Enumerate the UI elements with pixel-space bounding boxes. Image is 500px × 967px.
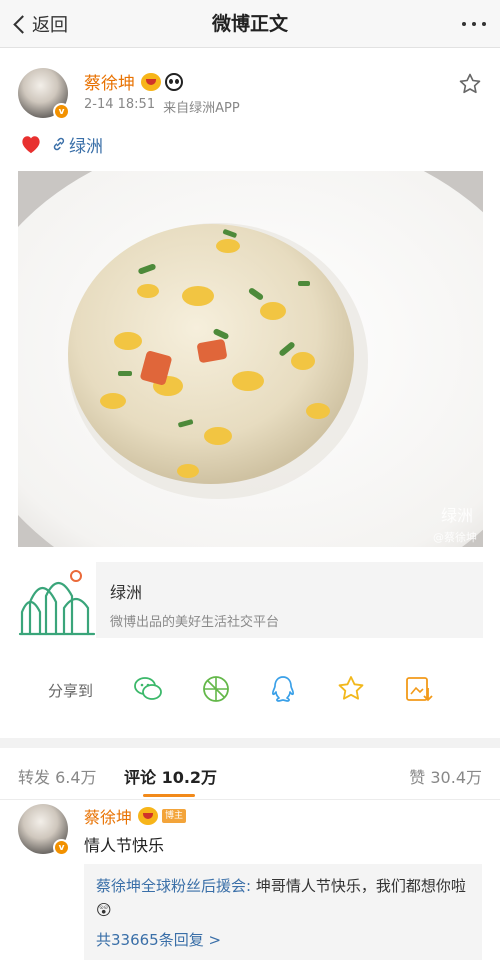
image-watermark: 绿洲: [441, 506, 473, 525]
tab-comments[interactable]: 评论 10.2万: [124, 764, 217, 788]
card-subtitle: 微博出品的美好生活社交平台: [110, 615, 280, 630]
oasis-app-card[interactable]: 绿洲 微博出品的美好生活社交平台: [18, 562, 483, 638]
interaction-tabs: 转发 6.4万 评论 10.2万 赞 30.4万: [0, 758, 500, 800]
more-options-button[interactable]: [462, 0, 486, 48]
active-tab-indicator: [143, 794, 195, 797]
more-dot-icon: [462, 22, 466, 26]
share-bar: 分享到: [0, 668, 500, 712]
heart-icon: [22, 136, 40, 154]
vip-crown-icon: [141, 72, 161, 91]
oasis-link-text: 绿洲: [69, 136, 103, 157]
commenter-name-text: 蔡徐坤: [84, 808, 133, 827]
view-all-replies-link[interactable]: 共33665条回复 >: [96, 928, 470, 952]
comment-item: v 蔡徐坤 博主 情人节快乐 蔡徐坤全球粉丝后援会: 坤哥情人节快乐，我们都想你…: [0, 800, 500, 967]
more-dot-icon: [472, 22, 476, 26]
comment-text: 情人节快乐: [84, 836, 165, 855]
commenter-name[interactable]: 蔡徐坤 博主: [84, 804, 187, 828]
qq-icon[interactable]: [268, 674, 298, 704]
more-dot-icon: [482, 22, 486, 26]
qzone-star-icon[interactable]: [336, 674, 366, 704]
author-name-text: 蔡徐坤: [84, 74, 135, 94]
favorite-star-icon[interactable]: [458, 72, 482, 96]
post-meta: 2-14 18:51 来自绿洲APP: [84, 97, 240, 116]
post-header: v 蔡徐坤 2-14 18:51 来自绿洲APP: [0, 48, 500, 132]
commenter-avatar[interactable]: v: [18, 804, 70, 856]
reply-box[interactable]: 蔡徐坤全球粉丝后援会: 坤哥情人节快乐，我们都想你啦😲 共33665条回复 >: [84, 864, 482, 960]
save-image-icon[interactable]: [404, 674, 434, 704]
page-title: 微博正文: [211, 13, 288, 35]
verified-badge-icon: v: [53, 103, 70, 120]
vip-crown-icon: [138, 807, 159, 825]
reply-author[interactable]: 蔡徐坤全球粉丝后援会:: [96, 877, 251, 895]
oasis-link[interactable]: 绿洲: [52, 132, 103, 157]
panda-icon: [165, 72, 183, 91]
author-avatar[interactable]: v: [18, 68, 70, 120]
back-label: 返回: [32, 15, 68, 36]
link-icon: [53, 137, 65, 151]
top-nav-bar: 返回 微博正文: [0, 0, 500, 48]
share-label: 分享到: [48, 682, 94, 700]
card-title: 绿洲: [110, 583, 143, 602]
post-time: 2-14 18:51: [84, 97, 156, 112]
chevron-left-icon: [13, 14, 32, 34]
image-credit: @蔡徐坤: [433, 530, 477, 544]
moments-icon[interactable]: [201, 674, 231, 704]
post-photo[interactable]: 绿洲 @蔡徐坤: [18, 171, 483, 547]
tab-reposts[interactable]: 转发 6.4万: [18, 764, 97, 788]
fried-rice-image: 绿洲 @蔡徐坤: [18, 171, 483, 547]
author-name[interactable]: 蔡徐坤: [84, 69, 183, 94]
post-source: 来自绿洲APP: [163, 101, 240, 116]
post-text: 绿洲: [20, 132, 103, 157]
tab-likes[interactable]: 赞 30.4万: [409, 764, 482, 788]
oasis-logo-icon: [18, 562, 96, 638]
section-divider: [0, 738, 500, 748]
verified-badge-icon: v: [53, 839, 70, 856]
wechat-icon[interactable]: [133, 674, 163, 704]
author-badge: 博主: [162, 809, 187, 823]
back-button[interactable]: 返回: [10, 0, 68, 48]
